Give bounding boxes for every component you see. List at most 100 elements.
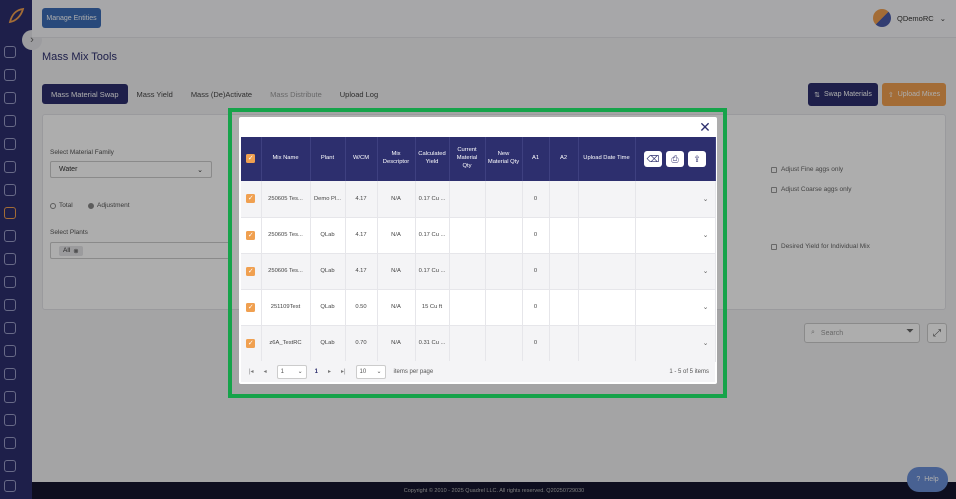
cell-yield: 0.17 Cu ... — [415, 253, 450, 290]
mix-name-link[interactable]: z6A_TestRC — [261, 325, 311, 362]
pagination-bar: |◂ ◂ 1 ⌄ 1 ▸ ▸| 10 ⌄ items per page 1 - … — [241, 361, 715, 382]
close-icon[interactable]: ✕ — [697, 119, 713, 135]
row-expand[interactable]: ⌄ — [635, 217, 716, 254]
cell-date — [578, 253, 636, 290]
cell-new-qty — [485, 289, 523, 326]
cell-yield: 0.31 Cu ... — [415, 325, 450, 362]
cell-a1: 0 — [522, 181, 550, 218]
col-wcm[interactable]: W/CM — [345, 137, 378, 181]
cell-a2 — [549, 253, 579, 290]
col-mix-name[interactable]: Mix Name — [261, 137, 311, 181]
last-page-icon[interactable]: ▸| — [341, 368, 346, 375]
cell-date — [578, 325, 636, 362]
chevron-down-icon[interactable]: ⌄ — [703, 304, 709, 311]
cell-a1: 0 — [522, 217, 550, 254]
col-current-material-qty[interactable]: Current Material Qty — [449, 137, 486, 181]
col-calculated-yield[interactable]: Calculated Yield — [415, 137, 450, 181]
table-row[interactable]: ✓ 250605 Tes... QLab 4.17 N/A 0.17 Cu ..… — [241, 217, 716, 254]
row-select[interactable]: ✓ — [241, 217, 262, 254]
table-row[interactable]: ✓ 250606 Tes... QLab 4.17 N/A 0.17 Cu ..… — [241, 253, 716, 290]
cell-new-qty — [485, 253, 523, 290]
row-expand[interactable]: ⌄ — [635, 253, 716, 290]
cell-date — [578, 289, 636, 326]
page-select-value: 1 — [280, 368, 284, 375]
cell-a2 — [549, 181, 579, 218]
table-row[interactable]: ✓ 250605 Tes... Demo Pl... 4.17 N/A 0.17… — [241, 181, 716, 218]
prev-page-icon[interactable]: ◂ — [264, 368, 267, 375]
cell-wcm: 0.50 — [345, 289, 378, 326]
select-all-checkbox[interactable]: ✓ — [246, 154, 256, 164]
cell-wcm: 4.17 — [345, 217, 378, 254]
table-row[interactable]: ✓ 251109Test QLab 0.50 N/A 15 Cu ft 0 ⌄ — [241, 289, 716, 326]
cell-plant: QLab — [310, 325, 346, 362]
cell-plant: QLab — [310, 217, 346, 254]
cell-yield: 0.17 Cu ... — [415, 181, 450, 218]
row-checkbox[interactable]: ✓ — [246, 338, 256, 348]
row-select[interactable]: ✓ — [241, 325, 262, 362]
cell-new-qty — [485, 325, 523, 362]
next-page-icon[interactable]: ▸ — [328, 368, 331, 375]
cell-plant: Demo Pl... — [310, 181, 346, 218]
col-plant[interactable]: Plant — [310, 137, 346, 181]
cell-current-qty — [449, 253, 486, 290]
row-checkbox[interactable]: ✓ — [246, 194, 256, 204]
chevron-down-icon[interactable]: ⌄ — [703, 196, 709, 203]
select-all-header[interactable]: ✓ — [241, 137, 262, 181]
table-row[interactable]: ✓ z6A_TestRC QLab 0.70 N/A 0.31 Cu ... 0… — [241, 325, 716, 362]
cell-descriptor: N/A — [377, 217, 416, 254]
cell-a2 — [549, 325, 579, 362]
cell-a1: 0 — [522, 253, 550, 290]
print-icon[interactable]: ⎙ — [666, 151, 684, 167]
cell-date — [578, 181, 636, 218]
col-new-material-qty[interactable]: New Material Qty — [485, 137, 523, 181]
page-size-value: 10 — [359, 368, 367, 375]
page-size-select[interactable]: 10 ⌄ — [355, 364, 386, 379]
col-a2[interactable]: A2 — [549, 137, 579, 181]
cell-plant: QLab — [310, 289, 346, 326]
current-page[interactable]: 1 — [315, 369, 318, 375]
cell-yield: 15 Cu ft — [415, 289, 450, 326]
items-per-page-label: items per page — [393, 368, 434, 375]
cell-date — [578, 217, 636, 254]
row-checkbox[interactable]: ✓ — [246, 302, 256, 312]
mix-name-link[interactable]: 251109Test — [261, 289, 311, 326]
row-expand[interactable]: ⌄ — [635, 181, 716, 218]
cell-wcm: 0.70 — [345, 325, 378, 362]
row-select[interactable]: ✓ — [241, 253, 262, 290]
pager-summary: 1 - 5 of 5 items — [669, 368, 709, 375]
row-expand[interactable]: ⌄ — [635, 289, 716, 326]
cell-new-qty — [485, 181, 523, 218]
col-upload-date-time[interactable]: Upload Date Time — [578, 137, 636, 181]
chevron-down-icon[interactable]: ⌄ — [703, 340, 709, 347]
mix-table: ✓ Mix Name Plant W/CM Mix Descriptor Cal… — [241, 137, 716, 362]
col-a1[interactable]: A1 — [522, 137, 550, 181]
chevron-down-icon[interactable]: ⌄ — [703, 232, 709, 239]
row-expand[interactable]: ⌄ — [635, 325, 716, 362]
cell-new-qty — [485, 217, 523, 254]
col-mix-descriptor[interactable]: Mix Descriptor — [377, 137, 416, 181]
page-select[interactable]: 1 ⌄ — [276, 364, 307, 379]
row-checkbox[interactable]: ✓ — [246, 266, 256, 276]
cell-yield: 0.17 Cu ... — [415, 217, 450, 254]
cell-a2 — [549, 217, 579, 254]
cell-current-qty — [449, 217, 486, 254]
cell-a2 — [549, 289, 579, 326]
first-page-icon[interactable]: |◂ — [249, 368, 254, 375]
row-select[interactable]: ✓ — [241, 289, 262, 326]
header-actions: ⌫ ⎙ ⇪ — [635, 137, 716, 181]
mix-name-link[interactable]: 250606 Tes... — [261, 253, 311, 290]
mix-name-link[interactable]: 250605 Tes... — [261, 217, 311, 254]
cell-a1: 0 — [522, 289, 550, 326]
cell-descriptor: N/A — [377, 289, 416, 326]
chevron-down-icon[interactable]: ⌄ — [703, 268, 709, 275]
export-icon[interactable]: ⇪ — [688, 151, 706, 167]
row-select[interactable]: ✓ — [241, 181, 262, 218]
row-checkbox[interactable]: ✓ — [246, 230, 256, 240]
cell-descriptor: N/A — [377, 181, 416, 218]
backspace-icon[interactable]: ⌫ — [644, 151, 662, 167]
mix-list-modal: ✕ ✓ Mix Name Plant W/CM Mix Descriptor C… — [239, 117, 717, 384]
cell-wcm: 4.17 — [345, 253, 378, 290]
cell-descriptor: N/A — [377, 325, 416, 362]
mix-name-link[interactable]: 250605 Tes... — [261, 181, 311, 218]
cell-plant: QLab — [310, 253, 346, 290]
